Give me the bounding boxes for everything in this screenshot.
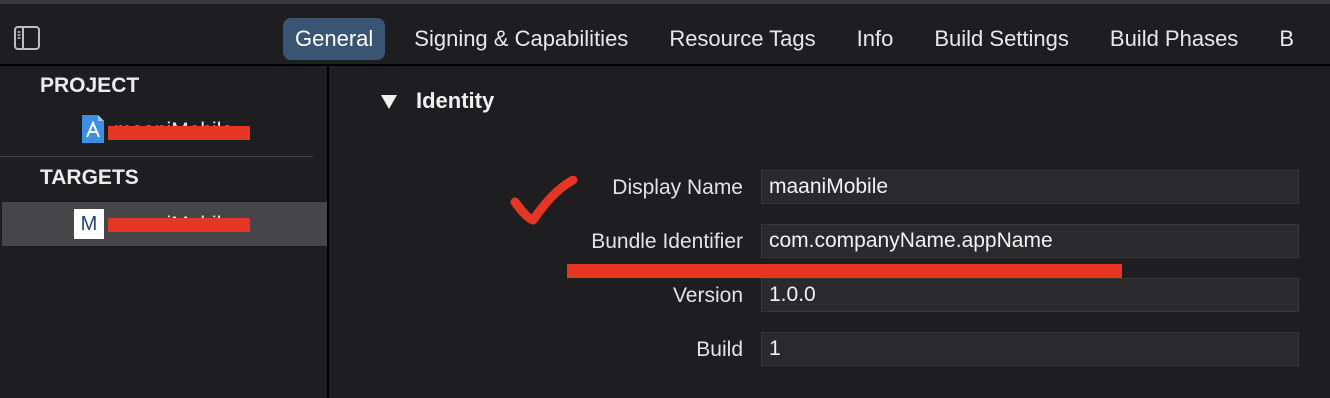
sidebar-toggle-icon[interactable]	[14, 26, 40, 50]
disclosure-triangle-icon[interactable]	[381, 95, 397, 109]
tab-build-phases[interactable]: Build Phases	[1098, 18, 1250, 60]
version-label: Version	[672, 284, 743, 307]
underline-annotation	[567, 264, 1122, 278]
tab-resource-tags[interactable]: Resource Tags	[657, 18, 827, 60]
bundle-identifier-label: Bundle Identifier	[591, 230, 743, 253]
project-section-header: PROJECT	[40, 74, 140, 97]
bundle-identifier-field[interactable]: com.companyName.appName	[761, 224, 1299, 258]
target-app-icon: M	[74, 209, 104, 239]
tab-info[interactable]: Info	[845, 18, 906, 60]
display-name-field[interactable]: maaniMobile	[761, 170, 1299, 204]
project-navigator: PROJECT maaniMobile TARGETS M maaniMobil…	[0, 66, 327, 398]
build-field[interactable]: 1	[761, 332, 1299, 366]
redaction-bar	[108, 218, 250, 232]
tab-build-rules-partial[interactable]: B	[1267, 18, 1306, 60]
sidebar-item-target[interactable]: M maaniMobile	[2, 202, 327, 246]
sidebar-separator	[0, 156, 313, 157]
identity-section-title: Identity	[416, 88, 495, 113]
tab-signing-capabilities[interactable]: Signing & Capabilities	[402, 18, 640, 60]
tab-build-settings[interactable]: Build Settings	[922, 18, 1081, 60]
build-label: Build	[696, 338, 743, 361]
general-settings-pane: Identity Display Name maaniMobile Bundle…	[329, 66, 1330, 398]
xcode-project-icon	[78, 114, 108, 144]
sidebar-item-project[interactable]: maaniMobile	[2, 108, 327, 152]
targets-section-header: TARGETS	[40, 166, 139, 189]
version-field[interactable]: 1.0.0	[761, 278, 1299, 312]
redaction-bar	[108, 126, 250, 140]
editor-tab-bar: General Signing & Capabilities Resource …	[283, 18, 1323, 60]
tab-general[interactable]: General	[283, 18, 386, 60]
toolbar: General Signing & Capabilities Resource …	[0, 0, 1330, 64]
checkmark-annotation-icon	[510, 176, 578, 225]
